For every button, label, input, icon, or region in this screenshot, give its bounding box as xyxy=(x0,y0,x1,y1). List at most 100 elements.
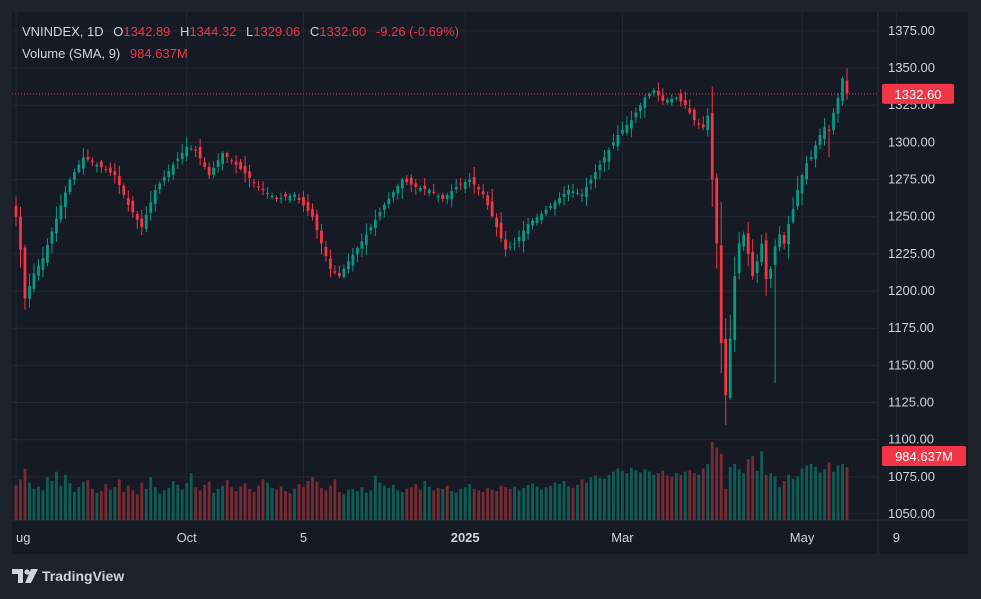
candle-body xyxy=(656,90,660,96)
candle-body xyxy=(131,200,135,213)
candle-body xyxy=(270,195,274,198)
volume-bar xyxy=(203,484,207,520)
volume-bar xyxy=(360,487,364,520)
volume-bar xyxy=(77,487,81,520)
candle-body xyxy=(791,209,795,223)
candle-body xyxy=(823,127,826,139)
volume-bar xyxy=(396,490,400,520)
candle-body xyxy=(760,243,764,263)
candle-body xyxy=(567,189,570,195)
tradingview-logo[interactable]: TradingView xyxy=(12,568,124,584)
volume-label: Volume (SMA, 9) xyxy=(22,46,121,61)
volume-bar xyxy=(423,481,427,520)
volume-bar xyxy=(656,473,660,520)
candle-body xyxy=(643,97,647,109)
x-tick-label: Mar xyxy=(611,530,634,545)
candle-body xyxy=(387,198,391,205)
candle-body xyxy=(499,222,503,239)
volume-bar xyxy=(221,485,225,520)
volume-bar xyxy=(486,488,490,520)
volume-bar xyxy=(692,473,696,520)
open-label: O xyxy=(113,24,124,39)
volume-bar xyxy=(477,490,481,520)
volume-bar xyxy=(355,491,359,520)
volume-bar xyxy=(90,488,94,520)
volume-bar xyxy=(598,477,602,520)
volume-bar xyxy=(643,469,647,520)
candle-body xyxy=(670,98,674,103)
volume-bar xyxy=(387,488,391,520)
volume-bar xyxy=(755,470,759,520)
candle-body xyxy=(81,157,85,169)
volume-bar xyxy=(688,470,692,520)
volume-bar xyxy=(517,490,521,520)
volume-bar xyxy=(647,471,651,520)
y-tick-label: 1050.00 xyxy=(888,506,935,521)
volume-legend: Volume (SMA, 9) 984.637M xyxy=(22,46,188,61)
volume-bar xyxy=(324,490,328,520)
candle-body xyxy=(454,186,458,190)
candle-body xyxy=(796,189,799,207)
volume-bar xyxy=(706,463,710,520)
volume-bar xyxy=(481,491,485,520)
candle-body xyxy=(41,258,45,271)
volume-bar xyxy=(836,465,840,520)
y-tick-label: 1350.00 xyxy=(888,60,935,75)
volume-bar xyxy=(616,468,620,520)
volume-bar xyxy=(589,477,593,520)
volume-bar xyxy=(257,485,260,520)
candle-body xyxy=(19,216,22,250)
candle-body xyxy=(832,112,835,131)
y-tick-label: 1250.00 xyxy=(888,209,935,224)
volume-bar xyxy=(612,471,615,520)
volume-bar xyxy=(59,485,63,520)
volume-bar xyxy=(342,494,346,520)
volume-bar xyxy=(805,465,808,520)
volume-bar xyxy=(629,467,633,520)
candle-body xyxy=(230,160,234,162)
price-tag-label: 1332.60 xyxy=(895,87,942,102)
volume-bar xyxy=(674,473,678,520)
volume-bar xyxy=(724,488,728,520)
volume-bar xyxy=(764,474,768,520)
volume-bar xyxy=(180,489,184,520)
candle-body xyxy=(378,212,382,217)
volume-bar xyxy=(279,486,283,520)
volume-bar xyxy=(23,468,27,520)
volume-bar xyxy=(621,470,624,520)
volume-bar xyxy=(131,490,135,520)
symbol-label: VNINDEX xyxy=(22,24,80,39)
volume-bar xyxy=(796,476,799,520)
candle-body xyxy=(212,167,216,175)
volume-bar xyxy=(603,478,606,520)
candle-body xyxy=(540,213,543,221)
candle-body xyxy=(409,178,413,185)
candle-body xyxy=(616,134,620,147)
volume-bar xyxy=(742,473,746,520)
candle-body xyxy=(86,156,90,160)
candle-body xyxy=(652,90,656,93)
candle-body xyxy=(827,129,831,131)
volume-bar xyxy=(162,490,166,520)
candle-body xyxy=(450,190,454,200)
volume-bar xyxy=(338,491,341,520)
volume-bar xyxy=(351,488,355,520)
volume-bar xyxy=(665,475,669,520)
volume-bar xyxy=(737,469,741,520)
volume-bar xyxy=(117,479,121,520)
volume-bar xyxy=(638,472,642,520)
candle-body xyxy=(338,272,341,277)
x-tick-label: 9 xyxy=(893,530,900,545)
volume-bar xyxy=(73,491,76,520)
candlestick-chart[interactable]: 1050.00 1075.00 1100.00 1125.00 1150.00 1175.… xyxy=(12,12,968,554)
candle-body xyxy=(50,231,54,244)
candle-body xyxy=(311,208,314,217)
chart-panel[interactable]: 1050.00 1075.00 1100.00 1125.00 1150.00 1175.… xyxy=(12,12,968,554)
candle-body xyxy=(90,160,94,163)
branding-text: TradingView xyxy=(42,568,125,584)
candle-body xyxy=(773,246,777,265)
volume-bar xyxy=(818,472,822,520)
candle-body xyxy=(37,265,40,276)
candle-body xyxy=(297,197,301,200)
volume-bar xyxy=(50,481,54,520)
